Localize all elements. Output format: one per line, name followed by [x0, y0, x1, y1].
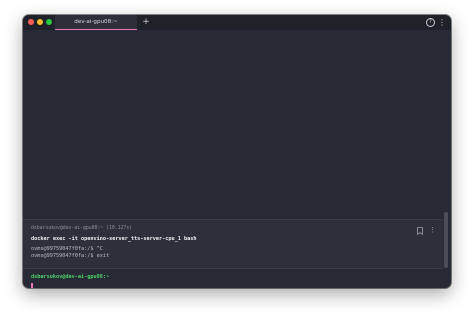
block-menu-icon[interactable]: ⋮: [429, 225, 436, 235]
close-window-button[interactable]: [28, 19, 34, 25]
command-block[interactable]: dsbarsukov@dev-ai-gpu08:~ (10.127s) dock…: [23, 219, 443, 269]
plus-icon[interactable]: +: [141, 16, 151, 28]
bookmark-icon[interactable]: [417, 227, 423, 235]
block-header: dsbarsukov@dev-ai-gpu08:~ (10.127s): [31, 226, 133, 231]
input-cursor[interactable]: [31, 283, 33, 288]
maximize-window-button[interactable]: [46, 19, 52, 25]
minimize-window-button[interactable]: [37, 19, 43, 25]
output-line: ovms@99759047f0fa:/$ ^C: [31, 246, 103, 252]
tab-title: dev-ai-gpu08:~: [74, 19, 118, 25]
help-icon[interactable]: ?: [426, 18, 435, 27]
tab-active[interactable]: dev-ai-gpu08:~: [55, 15, 137, 30]
scrollbar[interactable]: [444, 212, 448, 268]
title-bar: dev-ai-gpu08:~ + ? ⋮: [23, 15, 451, 30]
output-line: ovms@99759047f0fa:/$ exit: [31, 253, 110, 259]
more-vertical-icon[interactable]: ⋮: [438, 17, 446, 28]
tab-active-indicator: [55, 28, 137, 30]
terminal-window: dev-ai-gpu08:~ + ? ⋮ dsbarsukov@dev-ai-g…: [23, 15, 451, 288]
prompt-line: dsbarsukov@dev-ai-gpu08:~: [31, 274, 110, 280]
block-command: docker exec -it openvino-server_tts-serv…: [31, 236, 197, 242]
